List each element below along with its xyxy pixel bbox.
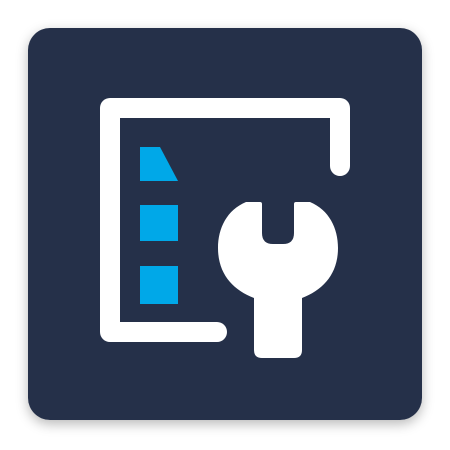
list-marker-block <box>140 266 178 304</box>
document-settings-wrench-icon <box>28 28 422 420</box>
list-marker-block <box>140 205 178 241</box>
app-icon[interactable] <box>28 28 422 420</box>
